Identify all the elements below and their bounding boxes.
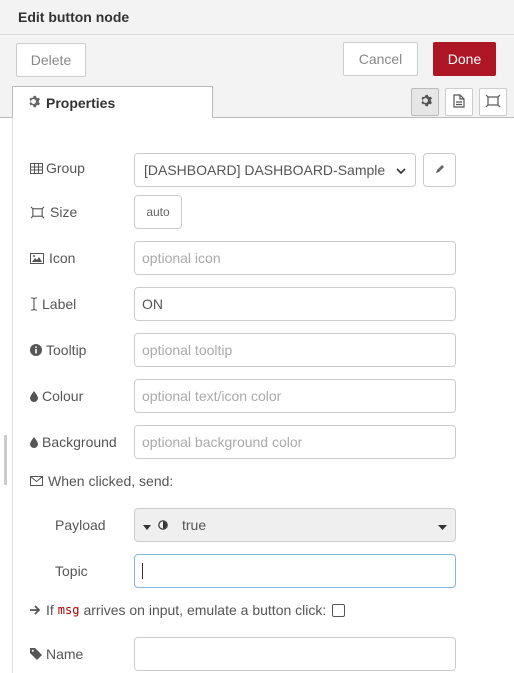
emulate-suffix: arrives on input, emulate a button click… <box>83 602 327 618</box>
label-label-row: Label <box>30 287 76 321</box>
tab-properties[interactable]: Properties <box>12 86 213 119</box>
topic-label-row: Topic <box>55 554 88 588</box>
emulate-prefix: If <box>46 602 54 618</box>
tint-icon <box>30 390 42 402</box>
size-icon <box>30 206 46 219</box>
tag-icon <box>30 648 46 660</box>
topic-label: Topic <box>55 563 88 579</box>
name-input[interactable] <box>134 637 456 671</box>
name-label-row: Name <box>30 637 83 671</box>
emulate-row: If msg arrives on input, emulate a butto… <box>30 593 346 627</box>
edit-group-button[interactable] <box>423 153 456 187</box>
appearance-icon <box>485 94 501 111</box>
background-label: Background <box>42 434 117 450</box>
gear-icon <box>27 95 40 111</box>
colour-input[interactable]: optional text/icon color <box>134 379 456 413</box>
text-caret <box>142 563 143 579</box>
topic-input[interactable] <box>134 554 456 588</box>
emulate-code: msg <box>57 603 80 617</box>
size-button[interactable]: auto <box>134 195 182 229</box>
gear-icon <box>419 94 432 110</box>
emulate-checkbox[interactable] <box>332 603 346 617</box>
tray-toolbar: Delete Cancel Done <box>0 35 514 83</box>
image-icon <box>30 252 46 264</box>
icon-label-row: Icon <box>30 241 75 275</box>
tray-header: Edit button node <box>0 0 514 35</box>
envelope-icon <box>30 476 48 486</box>
caret-down-icon <box>143 517 151 533</box>
info-icon <box>30 344 46 356</box>
tray-title: Edit button node <box>18 9 130 25</box>
when-clicked-row: When clicked, send: <box>30 464 173 498</box>
caret-down-icon[interactable] <box>438 517 447 533</box>
tooltip-label-row: Tooltip <box>30 333 86 367</box>
size-label: Size <box>50 204 78 220</box>
payload-label: Payload <box>55 517 106 533</box>
colour-label: Colour <box>42 388 84 404</box>
group-select-value: [DASHBOARD] DASHBOARD-Sample <box>144 162 386 178</box>
size-label-row: Size <box>30 195 77 229</box>
description-icon <box>453 93 465 111</box>
background-input[interactable]: optional background color <box>134 425 456 459</box>
tab-appearance[interactable] <box>479 88 507 116</box>
tab-properties-label: Properties <box>46 95 116 111</box>
group-label: Group <box>46 160 85 176</box>
payload-typed-input[interactable]: true <box>134 508 456 542</box>
tint-icon <box>30 436 42 448</box>
tab-settings[interactable] <box>411 88 439 116</box>
background-label-row: Background <box>30 425 117 459</box>
chevron-down-icon <box>396 162 406 178</box>
pencil-icon <box>434 162 446 178</box>
tooltip-input[interactable]: optional tooltip <box>134 333 456 367</box>
done-button[interactable]: Done <box>433 42 496 76</box>
group-select[interactable]: [DASHBOARD] DASHBOARD-Sample <box>134 153 416 187</box>
tab-description[interactable] <box>445 88 473 116</box>
icon-input[interactable]: optional icon <box>134 241 456 275</box>
name-label: Name <box>46 646 84 662</box>
when-clicked-label: When clicked, send: <box>48 473 174 489</box>
arrow-right-icon <box>30 605 46 615</box>
icon-label: Icon <box>49 250 76 266</box>
colour-label-row: Colour <box>30 379 83 413</box>
payload-label-row: Payload <box>55 508 106 542</box>
group-label-row: Group <box>30 151 85 185</box>
tab-bar: Properties <box>0 83 514 119</box>
table-icon <box>30 162 46 174</box>
label-label: Label <box>42 296 77 312</box>
resize-grip[interactable] <box>4 435 7 485</box>
tooltip-label: Tooltip <box>46 342 87 358</box>
cancel-button[interactable]: Cancel <box>343 42 418 76</box>
label-input[interactable]: ON <box>134 287 456 321</box>
boolean-icon <box>158 517 168 533</box>
payload-value: true <box>182 517 207 533</box>
delete-button[interactable]: Delete <box>16 43 86 77</box>
